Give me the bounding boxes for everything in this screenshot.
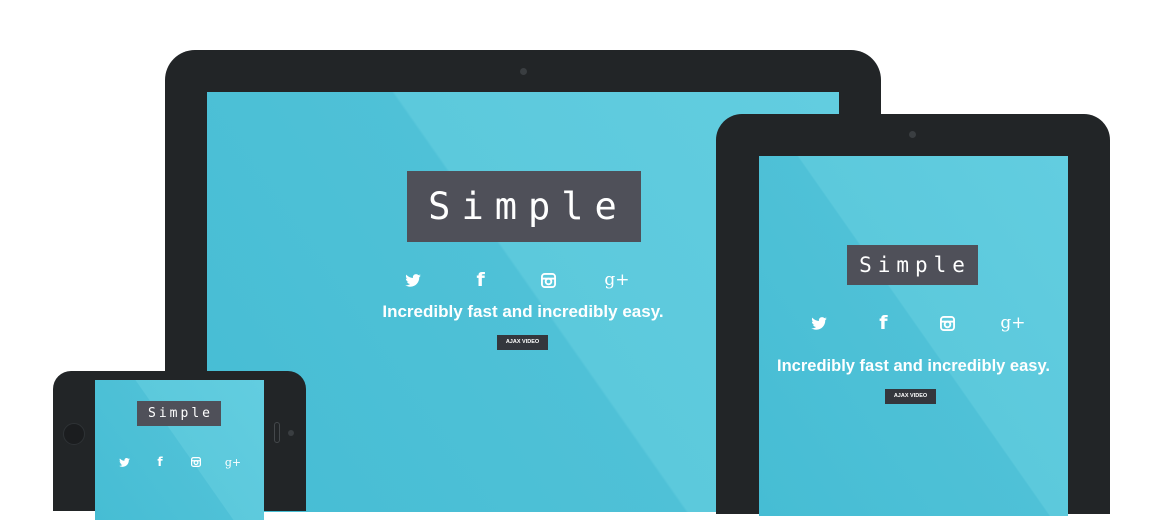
phone-side-button — [274, 422, 280, 443]
phone-camera — [288, 430, 294, 436]
desktop-ajax-video-button[interactable]: AJAX VIDEO — [497, 335, 548, 350]
tablet-logo: Simple — [847, 245, 978, 285]
google-plus-icon[interactable]: g+ — [604, 270, 629, 290]
desktop-social-icons: f g+ — [403, 269, 630, 291]
phone-screen: Simple f g+ — [95, 380, 264, 520]
tablet-device-frame: Simple f g+ Incredibly fast and incredib… — [716, 114, 1110, 516]
desktop-logo: Simple — [407, 171, 641, 242]
facebook-icon[interactable]: f — [873, 312, 893, 334]
google-plus-icon[interactable]: g+ — [1000, 313, 1025, 333]
phone-device-frame: Simple f g+ — [53, 371, 306, 520]
phone-social-icons: f g+ — [117, 455, 241, 469]
instagram-icon[interactable] — [189, 457, 203, 467]
twitter-icon[interactable] — [403, 273, 423, 287]
google-plus-icon[interactable]: g+ — [225, 456, 241, 469]
instagram-icon[interactable] — [538, 272, 558, 288]
tablet-social-icons: f g+ — [809, 312, 1026, 334]
tablet-ajax-video-button[interactable]: AJAX VIDEO — [885, 389, 936, 404]
desktop-camera — [520, 68, 527, 75]
instagram-icon[interactable] — [938, 315, 958, 331]
twitter-icon[interactable] — [117, 457, 131, 467]
phone-logo: Simple — [137, 401, 221, 426]
tablet-tagline: Incredibly fast and incredibly easy. — [777, 357, 1050, 375]
tablet-camera — [909, 131, 916, 138]
facebook-icon[interactable]: f — [471, 269, 491, 291]
facebook-icon[interactable]: f — [153, 455, 167, 469]
tablet-screen: Simple f g+ Incredibly fast and incredib… — [759, 156, 1068, 516]
phone-home-button — [63, 423, 85, 445]
twitter-icon[interactable] — [809, 316, 829, 330]
